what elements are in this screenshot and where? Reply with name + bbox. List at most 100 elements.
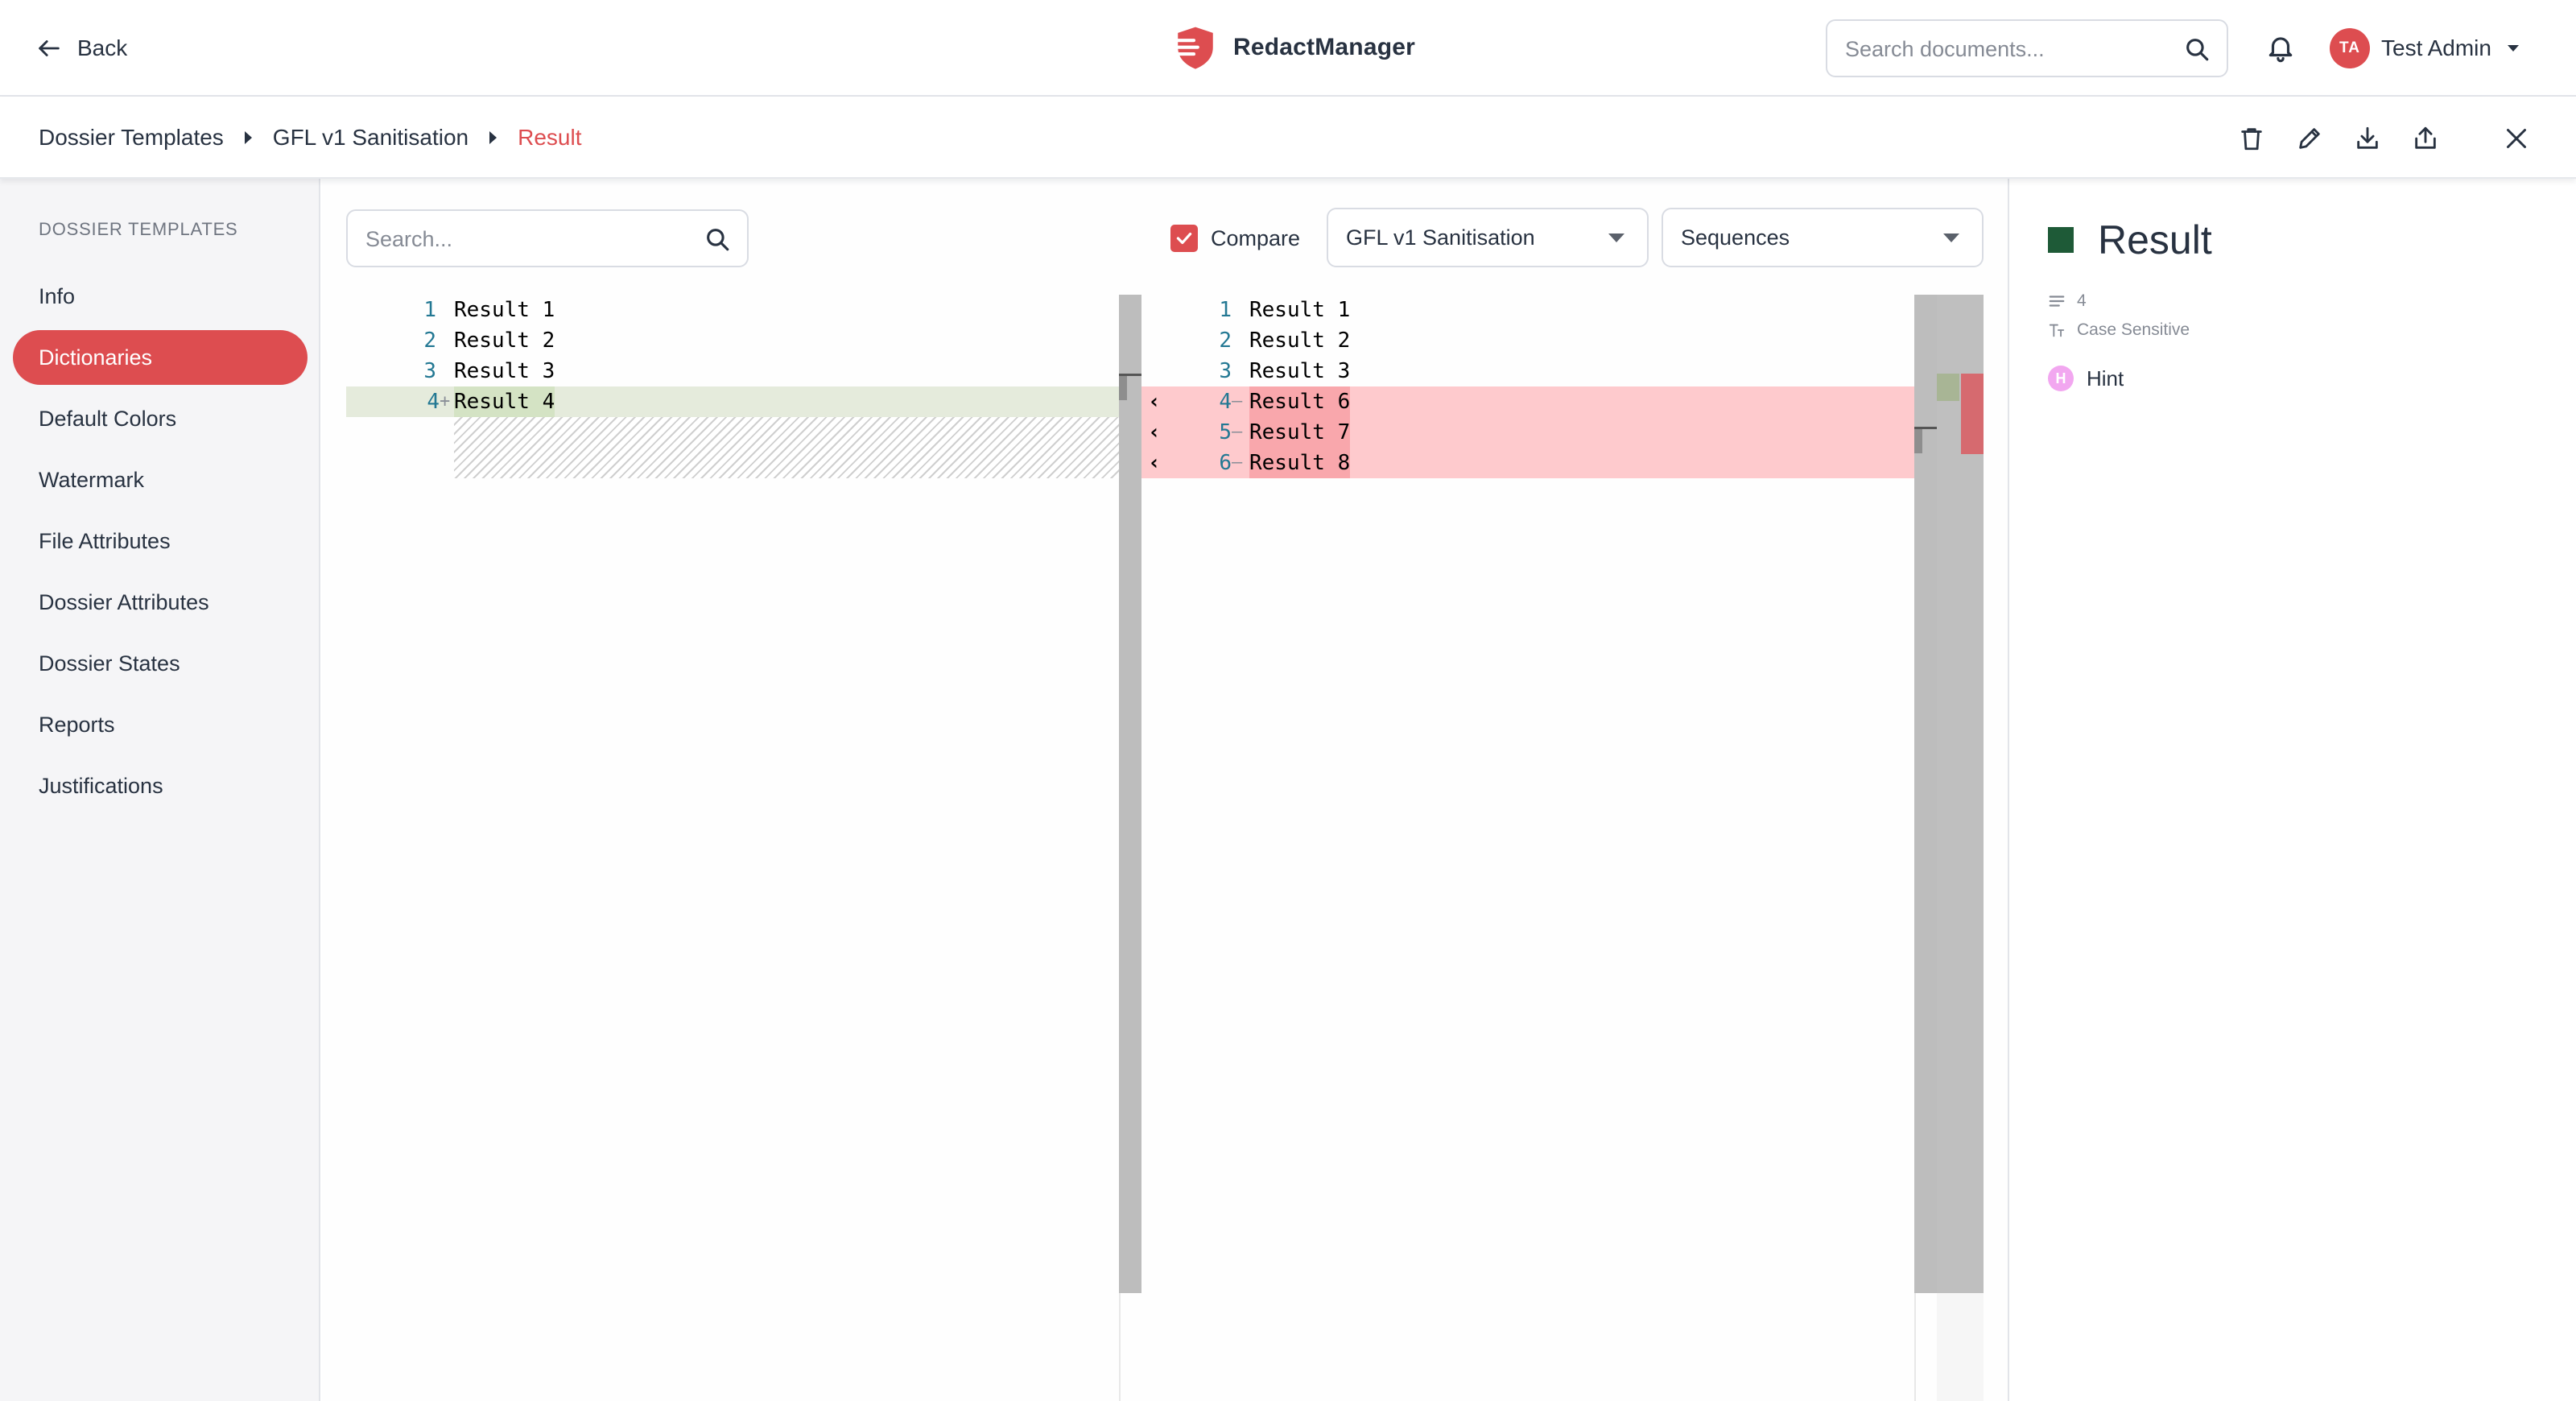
scroll-marker bbox=[1119, 374, 1141, 403]
text-case-icon bbox=[2049, 324, 2065, 337]
line-number: 4 bbox=[427, 390, 440, 414]
breadcrumb-dossier-templates[interactable]: Dossier Templates bbox=[39, 125, 224, 151]
breadcrumb: Dossier Templates GFL v1 Sanitisation Re… bbox=[39, 121, 581, 155]
line-number: 3 bbox=[1219, 359, 1232, 383]
entry-search-input[interactable] bbox=[365, 222, 704, 256]
dictionary-meta: 4 Case Sensitive bbox=[2048, 287, 2190, 345]
pane-divider bbox=[1119, 1293, 1121, 1401]
line-text: Result 1 bbox=[454, 298, 555, 322]
diff-line: 3 Result 3 bbox=[346, 356, 1119, 386]
line-text: Result 2 bbox=[1249, 329, 1351, 353]
removed-marker: — bbox=[1232, 422, 1243, 442]
sidebar-item-justifications[interactable]: Justifications bbox=[13, 758, 308, 813]
compare-checkbox[interactable]: Compare bbox=[1170, 221, 1300, 256]
diff-editor: 1 Result 1 2 Result 2 3 Result 3 4 + Res… bbox=[346, 295, 1984, 1401]
dictionary-header: Result bbox=[2048, 216, 2212, 264]
scroll-marker bbox=[1914, 427, 1937, 456]
line-text: Result 1 bbox=[1249, 298, 1351, 322]
brand-logo: RedactManager bbox=[1172, 23, 1415, 72]
line-text: Result 7 bbox=[1249, 417, 1351, 448]
trash-icon[interactable] bbox=[2238, 125, 2265, 152]
line-number: 4 bbox=[1219, 390, 1232, 414]
dictionary-type-label: Hint bbox=[2087, 366, 2124, 391]
line-number: 2 bbox=[1219, 329, 1232, 353]
sidebar-item-reports[interactable]: Reports bbox=[13, 697, 308, 752]
sidebar-item-info[interactable]: Info bbox=[13, 269, 308, 324]
diff-overview-ruler[interactable] bbox=[1937, 295, 1984, 1293]
line-text: Result 2 bbox=[454, 329, 555, 353]
removed-marker: — bbox=[1232, 391, 1243, 411]
breadcrumb-template[interactable]: GFL v1 Sanitisation bbox=[273, 125, 469, 151]
diff-line: 1 Result 1 bbox=[346, 295, 1119, 325]
line-number: 5 bbox=[1219, 420, 1232, 444]
diff-line-added: 4 + Result 4 bbox=[346, 386, 1119, 417]
search-icon[interactable] bbox=[2183, 35, 2211, 63]
list-lines-icon bbox=[2049, 295, 2065, 307]
diff-line: 2 Result 2 bbox=[346, 325, 1119, 356]
diff-line: 3 Result 3 bbox=[1141, 356, 1937, 386]
case-sensitive-row: Case Sensitive bbox=[2048, 316, 2190, 345]
entry-search bbox=[346, 209, 749, 267]
dictionary-select-value: Sequences bbox=[1681, 225, 1790, 250]
diff-line-removed: ‹ 4 — Result 6 bbox=[1141, 386, 1937, 417]
dictionary-editor-area: Compare GFL v1 Sanitisation Sequences 1 … bbox=[322, 179, 2008, 1401]
user-name: Test Admin bbox=[2381, 35, 2491, 60]
diff-line: 2 Result 2 bbox=[1141, 325, 1937, 356]
pane-divider bbox=[1914, 1293, 1916, 1401]
diff-pane-original[interactable]: 1 Result 1 2 Result 2 3 Result 3 4 + Res… bbox=[346, 295, 1119, 1293]
entry-count-row: 4 bbox=[2048, 287, 2190, 316]
caret-right-icon bbox=[244, 131, 252, 144]
sidebar-item-watermark[interactable]: Watermark bbox=[13, 453, 308, 507]
diff-line-removed: ‹ 5 — Result 7 bbox=[1141, 417, 1937, 448]
line-text: Result 3 bbox=[1249, 359, 1351, 383]
breadcrumb-current: Result bbox=[518, 125, 582, 150]
sidebar-item-file-attributes[interactable]: File Attributes bbox=[13, 514, 308, 568]
checkmark-icon bbox=[1176, 232, 1192, 245]
hint-badge-icon: H bbox=[2048, 366, 2074, 391]
case-sensitive-label: Case Sensitive bbox=[2077, 320, 2190, 339]
line-text: Result 6 bbox=[1249, 386, 1351, 417]
avatar: TA bbox=[2330, 28, 2370, 68]
back-label: Back bbox=[77, 35, 128, 60]
sidebar-title: DOSSIER TEMPLATES bbox=[39, 219, 238, 239]
sidebar-item-default-colors[interactable]: Default Colors bbox=[13, 391, 308, 446]
scrollbar-right[interactable] bbox=[1914, 295, 1937, 1293]
edit-pencil-icon[interactable] bbox=[2296, 125, 2323, 152]
user-menu[interactable]: TA Test Admin bbox=[2330, 27, 2519, 69]
line-number: 2 bbox=[423, 329, 436, 353]
dictionary-title: Result bbox=[2098, 217, 2212, 262]
close-icon[interactable] bbox=[2502, 124, 2531, 153]
line-text: Result 4 bbox=[454, 386, 555, 417]
breadcrumb-bar: Dossier Templates GFL v1 Sanitisation Re… bbox=[0, 97, 2576, 179]
scrollbar-left[interactable] bbox=[1119, 295, 1141, 1293]
line-number: 6 bbox=[1219, 451, 1232, 475]
overview-footer bbox=[1937, 1293, 1984, 1401]
document-search-input[interactable] bbox=[1845, 32, 2183, 66]
dictionary-select[interactable]: Sequences bbox=[1662, 208, 1984, 267]
sidebar-item-dossier-attributes[interactable]: Dossier Attributes bbox=[13, 575, 308, 630]
line-text: Result 3 bbox=[454, 359, 555, 383]
sidebar-item-dossier-states[interactable]: Dossier States bbox=[13, 636, 308, 691]
sidebar-item-dictionaries[interactable]: Dictionaries bbox=[13, 330, 308, 385]
upload-icon[interactable] bbox=[2412, 125, 2439, 152]
entry-count: 4 bbox=[2077, 291, 2087, 310]
bell-icon[interactable] bbox=[2265, 32, 2296, 63]
line-text: Result 8 bbox=[1249, 448, 1351, 478]
brand-name: RedactManager bbox=[1233, 34, 1416, 60]
overview-removed-mark bbox=[1961, 374, 1984, 454]
diff-empty-placeholder bbox=[454, 417, 1119, 478]
search-icon[interactable] bbox=[704, 225, 731, 253]
caret-down-icon bbox=[2507, 45, 2519, 52]
line-number: 1 bbox=[423, 298, 436, 322]
line-number: 1 bbox=[1219, 298, 1232, 322]
download-icon[interactable] bbox=[2354, 125, 2381, 152]
diff-pane-modified[interactable]: 1 Result 1 2 Result 2 3 Result 3 ‹ 4 — R… bbox=[1141, 295, 1937, 1293]
template-select[interactable]: GFL v1 Sanitisation bbox=[1327, 208, 1649, 267]
top-header: Back RedactManager TA Test Admin bbox=[0, 0, 2576, 97]
back-button[interactable]: Back bbox=[35, 31, 127, 66]
added-marker: + bbox=[440, 391, 451, 411]
sidebar-nav: Info Dictionaries Default Colors Waterma… bbox=[13, 269, 308, 820]
document-search bbox=[1826, 19, 2228, 77]
checkbox-checked[interactable] bbox=[1170, 225, 1198, 252]
diff-line-removed: ‹ 6 — Result 8 bbox=[1141, 448, 1937, 478]
